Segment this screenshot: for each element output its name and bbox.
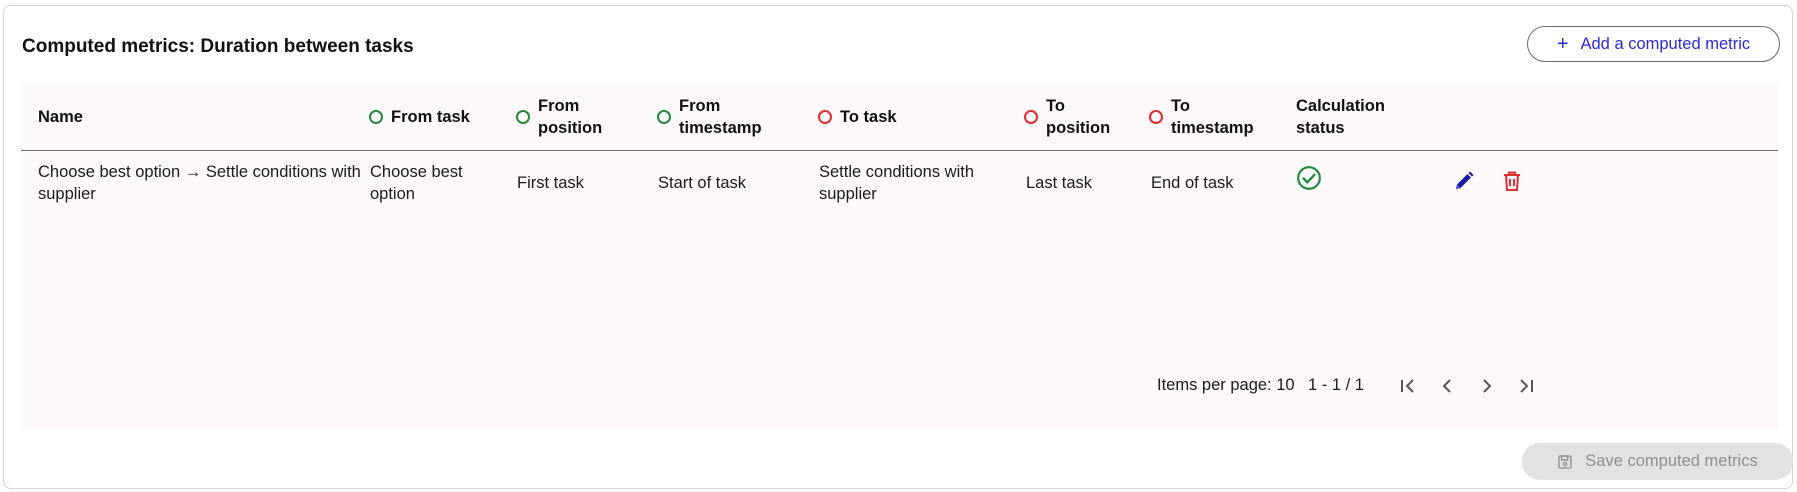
cell-from-timestamp: Start of task [658, 174, 747, 192]
from-indicator-icon [369, 110, 383, 124]
column-header-to-timestamp[interactable]: To timestamp [1149, 83, 1254, 151]
next-page-icon[interactable] [1475, 374, 1499, 398]
column-header-from-timestamp[interactable]: From timestamp [657, 83, 762, 151]
column-header-from-position[interactable]: From position [516, 83, 602, 151]
check-circle-icon [1297, 166, 1321, 190]
cell-from-position: First task [517, 174, 584, 192]
to-indicator-icon [818, 110, 832, 124]
pencil-icon[interactable] [1452, 169, 1476, 193]
cell-to-timestamp: End of task [1151, 174, 1234, 192]
add-computed-metric-label: Add a computed metric [1580, 34, 1751, 53]
table-header: Name From task From position From timestam… [21, 83, 1778, 151]
plus-icon: + [1556, 33, 1569, 55]
cell-from-task: Choose best option [370, 163, 463, 203]
to-indicator-icon [1149, 110, 1163, 124]
column-header-to-position[interactable]: To position [1024, 83, 1110, 151]
save-computed-metrics-label: Save computed metrics [1585, 452, 1758, 470]
metrics-table: Name From task From position From timestam… [21, 83, 1778, 430]
cell-to-position: Last task [1026, 174, 1093, 192]
page-title: Computed metrics: Duration between tasks [22, 36, 414, 57]
trash-icon[interactable] [1500, 169, 1524, 193]
paginator: Items per page: 10 1 - 1 / 1 [21, 368, 1778, 404]
last-page-icon[interactable] [1514, 374, 1538, 398]
save-icon [1558, 454, 1572, 469]
table-row: Choose best option → Settle conditions w… [21, 151, 1778, 215]
from-indicator-icon [516, 110, 530, 124]
previous-page-icon[interactable] [1435, 374, 1459, 398]
column-header-calculation-status[interactable]: Calculation status [1296, 83, 1385, 151]
cell-name: Choose best option → Settle conditions w… [38, 163, 361, 203]
computed-metrics-card: Computed metrics: Duration between tasks… [3, 5, 1793, 489]
items-per-page-label: Items per page: 10 [1157, 376, 1295, 394]
column-header-from-task[interactable]: From task [369, 83, 470, 151]
to-indicator-icon [1024, 110, 1038, 124]
from-indicator-icon [657, 110, 671, 124]
column-header-name[interactable]: Name [38, 83, 83, 151]
pagination-range: 1 - 1 / 1 [1308, 376, 1364, 394]
first-page-icon[interactable] [1396, 374, 1420, 398]
cell-to-task: Settle conditions with supplier [819, 163, 975, 203]
add-computed-metric-button[interactable]: + Add a computed metric [1527, 26, 1780, 62]
save-computed-metrics-button[interactable]: Save computed metrics [1522, 443, 1793, 480]
column-header-to-task[interactable]: To task [818, 83, 897, 151]
